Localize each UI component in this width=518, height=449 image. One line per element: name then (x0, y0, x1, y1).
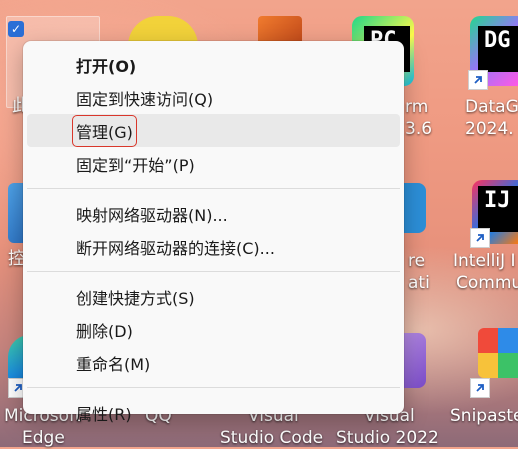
menu-item-rename[interactable]: 重命名(M) (27, 346, 400, 379)
context-menu: 打开(O) 固定到快速访问(Q) 管理(G) 固定到“开始”(P) 映射网络驱动… (23, 41, 404, 424)
menu-item-properties[interactable]: 属性(R) (27, 396, 400, 429)
visual-studio-icon[interactable] (404, 333, 426, 388)
menu-item-pin-quick-access[interactable]: 固定到快速访问(Q) (27, 81, 400, 114)
menu-separator (27, 271, 400, 272)
vs-label-fragment-2: ati (408, 273, 430, 293)
menu-item-map-network-drive[interactable]: 映射网络驱动器(N)... (27, 197, 400, 230)
pycharm-label-line2: 3.6 (405, 119, 433, 139)
menu-separator (27, 387, 400, 388)
matlab-icon[interactable] (258, 16, 302, 44)
snipaste-icon-blue (498, 328, 518, 353)
intellij-icon-text: IJ (484, 188, 511, 213)
shortcut-arrow-icon (470, 378, 490, 398)
shortcut-arrow-icon (468, 70, 488, 90)
menu-item-label: 映射网络驱动器(N)... (76, 205, 228, 225)
menu-item-label: 管理(G) (72, 114, 137, 147)
menu-item-delete[interactable]: 删除(D) (27, 313, 400, 346)
menu-item-label: 重命名(M) (76, 354, 151, 374)
intellij-label-line1: IntelliJ I (453, 251, 516, 271)
datagrip-label-line1: DataG (465, 97, 518, 117)
menu-item-pin-start[interactable]: 固定到“开始”(P) (27, 147, 400, 180)
menu-item-label: 固定到快速访问(Q) (76, 89, 214, 109)
menu-item-label: 固定到“开始”(P) (76, 155, 195, 175)
intellij-label-line2: Commu (456, 273, 518, 293)
menu-item-disconnect-network-drive[interactable]: 断开网络驱动器的连接(C)... (27, 230, 400, 263)
snipaste-label: Snipaste (450, 406, 518, 426)
shortcut-arrow-icon (470, 228, 490, 248)
snipaste-icon-yellow (478, 353, 498, 378)
selection-checkbox[interactable]: ✓ (8, 21, 24, 37)
vs2022-installer-icon[interactable] (404, 183, 426, 233)
menu-item-open[interactable]: 打开(O) (27, 48, 400, 81)
snipaste-icon-green (498, 353, 518, 378)
vs-label-fragment-1: re (408, 251, 426, 271)
menu-item-manage[interactable]: 管理(G) (27, 114, 400, 147)
datagrip-label-line2: 2024. (465, 119, 514, 139)
menu-item-label: 属性(R) (76, 404, 132, 424)
menu-item-label: 断开网络驱动器的连接(C)... (76, 238, 275, 258)
vscode-label-line2: Studio Code (220, 428, 324, 448)
pycharm-label-line1: rm (405, 97, 429, 117)
menu-item-label: 打开(O) (76, 56, 137, 76)
snipaste-icon-red[interactable] (478, 328, 498, 353)
edge-label-line2: Edge (22, 428, 65, 448)
menu-item-create-shortcut[interactable]: 创建快捷方式(S) (27, 280, 400, 313)
vs-label-line2: Studio 2022 (336, 428, 439, 448)
menu-item-label: 创建快捷方式(S) (76, 288, 195, 308)
menu-item-label: 删除(D) (76, 321, 133, 341)
menu-separator (27, 188, 400, 189)
datagrip-icon-text: DG (484, 28, 511, 53)
